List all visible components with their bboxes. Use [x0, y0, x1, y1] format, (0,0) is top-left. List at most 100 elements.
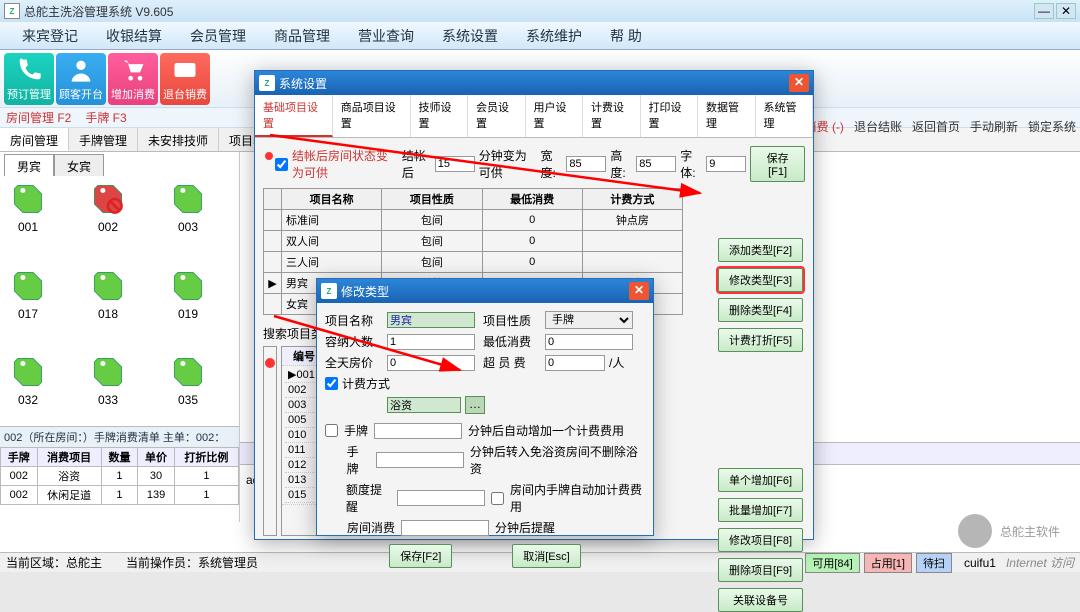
tool-reserve[interactable]: 预订管理	[4, 53, 54, 105]
edit-save-button[interactable]: 保存[F2]	[389, 544, 452, 568]
action-button[interactable]: 删除项目[F9]	[718, 558, 803, 582]
phone-icon	[15, 56, 43, 84]
settings-tab[interactable]: 会员设置	[468, 95, 526, 137]
hint1: 分钟后自动增加一个计费费用	[468, 422, 624, 439]
settings-tab[interactable]: 基础项目设置	[255, 95, 333, 137]
tab-tag[interactable]: 手牌管理	[69, 128, 138, 151]
menu-settings[interactable]: 系统设置	[428, 22, 512, 50]
room-cell[interactable]: 019	[164, 269, 212, 334]
tool-open[interactable]: 顾客开台	[56, 53, 106, 105]
input-sp2[interactable]	[376, 452, 464, 468]
cfg-width-input[interactable]	[566, 156, 606, 172]
tool-return[interactable]: 退台销费	[160, 53, 210, 105]
link-room-mgmt[interactable]: 房间管理 F2	[6, 109, 71, 126]
action-button[interactable]: 删除类型[F4]	[718, 298, 803, 322]
input-roomc[interactable]	[401, 520, 489, 536]
chk-calc[interactable]	[325, 377, 338, 390]
table-row[interactable]: 标准间包间0钟点房	[264, 210, 683, 231]
link-tag-mgmt[interactable]: 手牌 F3	[85, 109, 126, 126]
menu-member[interactable]: 会员管理	[176, 22, 260, 50]
action-button[interactable]: 添加类型[F2]	[718, 238, 803, 262]
chk-sp1[interactable]	[325, 424, 338, 437]
tab-unassigned[interactable]: 未安排技师	[138, 128, 219, 151]
menu-maint[interactable]: 系统维护	[512, 22, 596, 50]
settings-tab[interactable]: 系统管理	[756, 95, 814, 137]
action-button[interactable]: 关联设备号	[718, 588, 803, 612]
chk-room-state[interactable]	[275, 158, 288, 171]
input-calc[interactable]	[387, 397, 461, 413]
tool-add[interactable]: 增加消费	[108, 53, 158, 105]
scroll-strip[interactable]	[263, 346, 277, 536]
settings-tab[interactable]: 数据管理	[698, 95, 756, 137]
input-sp1[interactable]	[374, 423, 462, 439]
link-home[interactable]: 返回首页	[912, 118, 960, 135]
input-name[interactable]	[387, 312, 475, 328]
room-cell[interactable]: 002	[84, 182, 132, 247]
lbl-day: 全天房价	[325, 354, 381, 371]
room-number: 017	[18, 307, 38, 321]
chk-limit[interactable]	[491, 492, 504, 505]
action-button[interactable]: 计费打折[F5]	[718, 328, 803, 352]
cfg-font-input[interactable]	[706, 156, 746, 172]
lbl-name: 项目名称	[325, 312, 381, 329]
action-button[interactable]: 单个增加[F6]	[718, 468, 803, 492]
edit-dialog-close-button[interactable]: ✕	[629, 282, 649, 300]
select-prop[interactable]: 手牌	[545, 311, 633, 329]
col-header: 项目名称	[282, 189, 382, 210]
room-cell[interactable]: 035	[164, 355, 212, 420]
col-header: 单价	[138, 448, 175, 467]
calc-picker-button[interactable]: …	[465, 396, 485, 414]
action-button[interactable]: 批量增加[F7]	[718, 498, 803, 522]
edit-dialog-title: 修改类型	[341, 283, 629, 300]
menu-goods[interactable]: 商品管理	[260, 22, 344, 50]
input-day[interactable]	[387, 355, 475, 371]
link-lock[interactable]: 锁定系统	[1028, 118, 1076, 135]
menu-help[interactable]: 帮 助	[596, 22, 656, 50]
room-number: 001	[18, 220, 38, 234]
menu-cashier[interactable]: 收银结算	[92, 22, 176, 50]
room-cell[interactable]: 032	[4, 355, 52, 420]
cfg-height-input[interactable]	[636, 156, 676, 172]
cfg-save-button[interactable]: 保存[F1]	[750, 146, 805, 182]
action-button[interactable]: 修改类型[F3]	[718, 268, 803, 292]
menu-query[interactable]: 营业查询	[344, 22, 428, 50]
lbl-sp2: 手牌	[347, 443, 370, 477]
dialog-close-button[interactable]: ✕	[789, 74, 809, 92]
lbl-minc: 最低消费	[483, 333, 539, 350]
settings-tab[interactable]: 技师设置	[411, 95, 469, 137]
room-cell[interactable]: 017	[4, 269, 52, 334]
status-net: Internet 访问	[1006, 554, 1074, 571]
input-over[interactable]	[545, 355, 605, 371]
close-button[interactable]: ✕	[1056, 3, 1076, 19]
edit-cancel-button[interactable]: 取消[Esc]	[512, 544, 580, 568]
settings-tab[interactable]: 用户设置	[526, 95, 584, 137]
menu-guest[interactable]: 来宾登记	[8, 22, 92, 50]
tab-room[interactable]: 房间管理	[0, 128, 69, 151]
input-minc[interactable]	[545, 334, 633, 350]
settings-tab[interactable]: 计费设置	[583, 95, 641, 137]
link-checkout[interactable]: 退台结账	[854, 118, 902, 135]
wallet-icon	[171, 56, 199, 84]
col-header: 手牌	[1, 448, 38, 467]
table-row[interactable]: 002休闲足道11391	[1, 486, 239, 505]
table-row[interactable]: 002浴资1301	[1, 467, 239, 486]
tab-female[interactable]: 女宾	[54, 154, 104, 176]
table-row[interactable]: 双人间包间0	[264, 231, 683, 252]
room-cell[interactable]: 001	[4, 182, 52, 247]
minimize-button[interactable]: —	[1034, 3, 1054, 19]
room-cell[interactable]: 033	[84, 355, 132, 420]
tab-male[interactable]: 男宾	[4, 154, 54, 176]
hint4: 分钟后提醒	[495, 519, 555, 536]
room-cell[interactable]: 003	[164, 182, 212, 247]
table-row[interactable]: 三人间包间0	[264, 252, 683, 273]
type-buttons: 添加类型[F2] 修改类型[F3] 删除类型[F4] 计费打折[F5]	[718, 238, 803, 352]
settings-tab[interactable]: 打印设置	[641, 95, 699, 137]
input-cap[interactable]	[387, 334, 475, 350]
cfg-minutes-input[interactable]	[435, 156, 475, 172]
dialog-logo-icon: Z	[259, 75, 275, 91]
input-limit[interactable]	[397, 490, 485, 506]
room-cell[interactable]: 018	[84, 269, 132, 334]
action-button[interactable]: 修改项目[F8]	[718, 528, 803, 552]
link-refresh[interactable]: 手动刷新	[970, 118, 1018, 135]
settings-tab[interactable]: 商品项目设置	[333, 95, 411, 137]
